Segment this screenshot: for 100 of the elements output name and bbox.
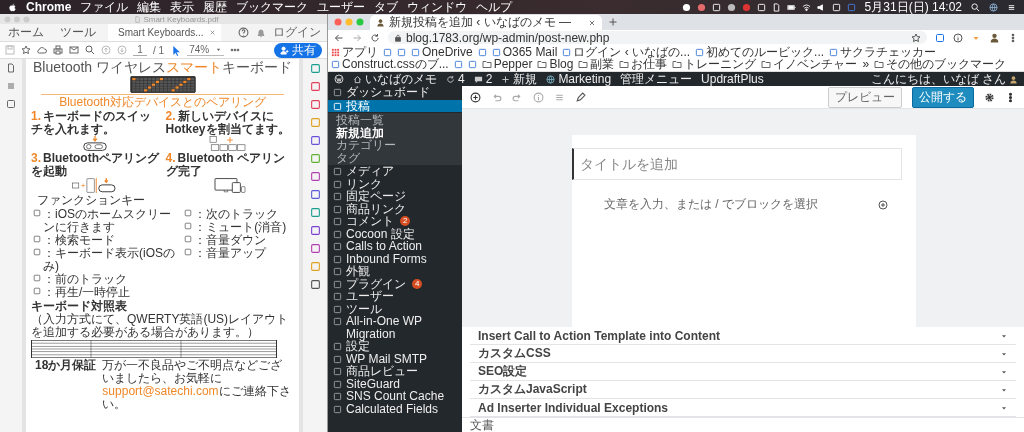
wifi-icon[interactable]: [801, 2, 811, 12]
menu-item[interactable]: 履歴: [203, 0, 228, 14]
sidebar-item[interactable]: All-in-One WP Migration: [328, 315, 462, 340]
bookmark-folder[interactable]: その他のブックマーク: [874, 58, 1007, 70]
bookmark[interactable]: 初めてのルービック...: [695, 46, 825, 58]
sidebar-item[interactable]: メディア: [328, 165, 462, 178]
undo-icon[interactable]: [491, 91, 502, 103]
bookmark[interactable]: Construct.cssのブ...: [331, 58, 449, 70]
tab[interactable]: ツール: [52, 24, 104, 41]
submenu-item[interactable]: 新規追加: [328, 126, 462, 139]
submenu-item[interactable]: カテゴリー: [328, 139, 462, 152]
window-controls-icon[interactable]: [334, 18, 364, 26]
extension-icon[interactable]: [935, 32, 945, 43]
tab[interactable]: Smart Keyboards...: [108, 24, 221, 41]
bookmark-folder[interactable]: イノベンチャー: [761, 58, 858, 70]
square-icon[interactable]: [309, 225, 321, 236]
title-field[interactable]: タイトルを追加: [572, 148, 902, 180]
sidebar-item[interactable]: 投稿: [328, 99, 462, 112]
star-icon[interactable]: [911, 32, 921, 43]
menu-item[interactable]: ブックマーク: [236, 0, 309, 14]
help-icon[interactable]: [238, 27, 249, 38]
sidebar-item[interactable]: SNS Count Cache: [328, 390, 462, 403]
reload-icon[interactable]: [370, 32, 380, 43]
sidebar-item[interactable]: Inbound Forms: [328, 252, 462, 265]
browser-tab[interactable]: 新規投稿を追加 ‹ いなばのメモ —: [370, 15, 602, 30]
menu-item[interactable]: ファイル: [80, 0, 129, 14]
sidebar-item[interactable]: 商品リンク: [328, 202, 462, 215]
meta-box-header[interactable]: SEO設定: [470, 363, 1016, 381]
preview-button[interactable]: プレビュー: [828, 86, 902, 108]
bell-icon[interactable]: [256, 27, 266, 38]
address-bar[interactable]: blog.1783.org/wp-admin/post-new.php: [388, 31, 927, 44]
redo-icon[interactable]: [512, 91, 523, 103]
bookmark-folder[interactable]: 副業: [578, 58, 615, 70]
sidebar-item[interactable]: SiteGuard: [328, 377, 462, 390]
meta-box-header[interactable]: Ad Inserter Individual Exceptions: [470, 399, 1016, 417]
menu-item[interactable]: ヘルプ: [476, 0, 513, 14]
add-block-icon[interactable]: [470, 91, 481, 103]
share-button[interactable]: 共有: [274, 42, 322, 58]
admin-bar-link[interactable]: UpdraftPlus: [701, 72, 764, 86]
meta-box-header[interactable]: Insert Call to Action Template into Content: [470, 327, 1016, 345]
tab[interactable]: ホーム: [0, 24, 52, 41]
info-icon[interactable]: [953, 32, 963, 43]
square-icon[interactable]: [309, 189, 321, 200]
bookmark[interactable]: O365 Mail: [491, 46, 558, 58]
settings-icon[interactable]: [984, 91, 995, 103]
sidebar-item[interactable]: リンク: [328, 177, 462, 190]
pointer-icon[interactable]: [170, 44, 182, 56]
sidebar-item[interactable]: Calculated Fields: [328, 402, 462, 415]
bookmark[interactable]: アプリ: [331, 46, 378, 58]
star-icon[interactable]: [21, 45, 31, 55]
apple-icon[interactable]: [8, 2, 17, 12]
globe-icon[interactable]: [989, 2, 998, 12]
zoom-dropdown[interactable]: 74%: [187, 44, 225, 56]
sidebar-item[interactable]: 固定ページ: [328, 190, 462, 203]
new-tab-icon[interactable]: [608, 17, 618, 27]
file-icon[interactable]: [771, 2, 781, 12]
meta-box-header[interactable]: カスタムCSS: [470, 345, 1016, 363]
page-number-field[interactable]: 1: [133, 44, 147, 56]
menu-item[interactable]: 表示: [170, 0, 195, 14]
bookmark-folder[interactable]: お仕事: [619, 58, 668, 70]
search-icon[interactable]: [85, 45, 95, 55]
sidebar-item[interactable]: コメント 2: [328, 215, 462, 228]
menu-item[interactable]: ユーザー: [317, 0, 366, 14]
square-icon[interactable]: [309, 171, 321, 182]
mail-icon[interactable]: [69, 45, 79, 55]
sidebar-item[interactable]: ダッシュボード: [328, 86, 462, 99]
account-link[interactable]: こんにちは、いなば さん: [870, 72, 1018, 86]
clock[interactable]: 5月31日(日) 14:02: [864, 0, 962, 14]
more-bookmarks[interactable]: »: [862, 58, 870, 70]
updates-link[interactable]: 4: [446, 72, 465, 86]
printer-icon[interactable]: [53, 45, 63, 55]
sidebar-item[interactable]: 外観: [328, 265, 462, 278]
circle-icon[interactable]: [726, 2, 736, 12]
speaker-icon[interactable]: [816, 2, 826, 12]
bookmark[interactable]: OneDrive: [411, 46, 473, 58]
cloud-upload-icon[interactable]: [37, 45, 47, 55]
file-icon[interactable]: [6, 63, 16, 73]
sidebar-item[interactable]: ユーザー: [328, 290, 462, 303]
admin-bar-link[interactable]: 管理メニュー: [620, 72, 693, 86]
block-placeholder[interactable]: 文章を入力、または / でブロックを選択: [604, 196, 818, 213]
square-icon[interactable]: [309, 135, 321, 146]
bookmark[interactable]: サクラチェッカー: [829, 46, 937, 58]
bookmark-folder[interactable]: Blog: [537, 58, 574, 70]
app-menu[interactable]: Chrome: [26, 0, 72, 14]
comments-link[interactable]: 2: [473, 72, 493, 86]
admin-bar-link[interactable]: Marketing: [546, 72, 612, 86]
battery-icon[interactable]: [786, 2, 796, 12]
menu-item[interactable]: ウィンドウ: [407, 0, 468, 14]
circle-icon[interactable]: [681, 2, 691, 12]
sidebar-item[interactable]: ツール: [328, 302, 462, 315]
meta-box-header[interactable]: カスタムJavaScript: [470, 381, 1016, 399]
sidebar-item[interactable]: プラグイン 4: [328, 277, 462, 290]
publish-button[interactable]: 公開する: [912, 86, 974, 108]
submenu-item[interactable]: 投稿一覧: [328, 114, 462, 127]
square-icon[interactable]: [309, 243, 321, 254]
square-icon[interactable]: [6, 99, 16, 109]
square-icon[interactable]: [309, 279, 321, 290]
avatar-icon[interactable]: [989, 32, 1000, 43]
sidebar-item[interactable]: Cocoon 設定: [328, 227, 462, 240]
menu-item[interactable]: タブ: [374, 0, 399, 14]
